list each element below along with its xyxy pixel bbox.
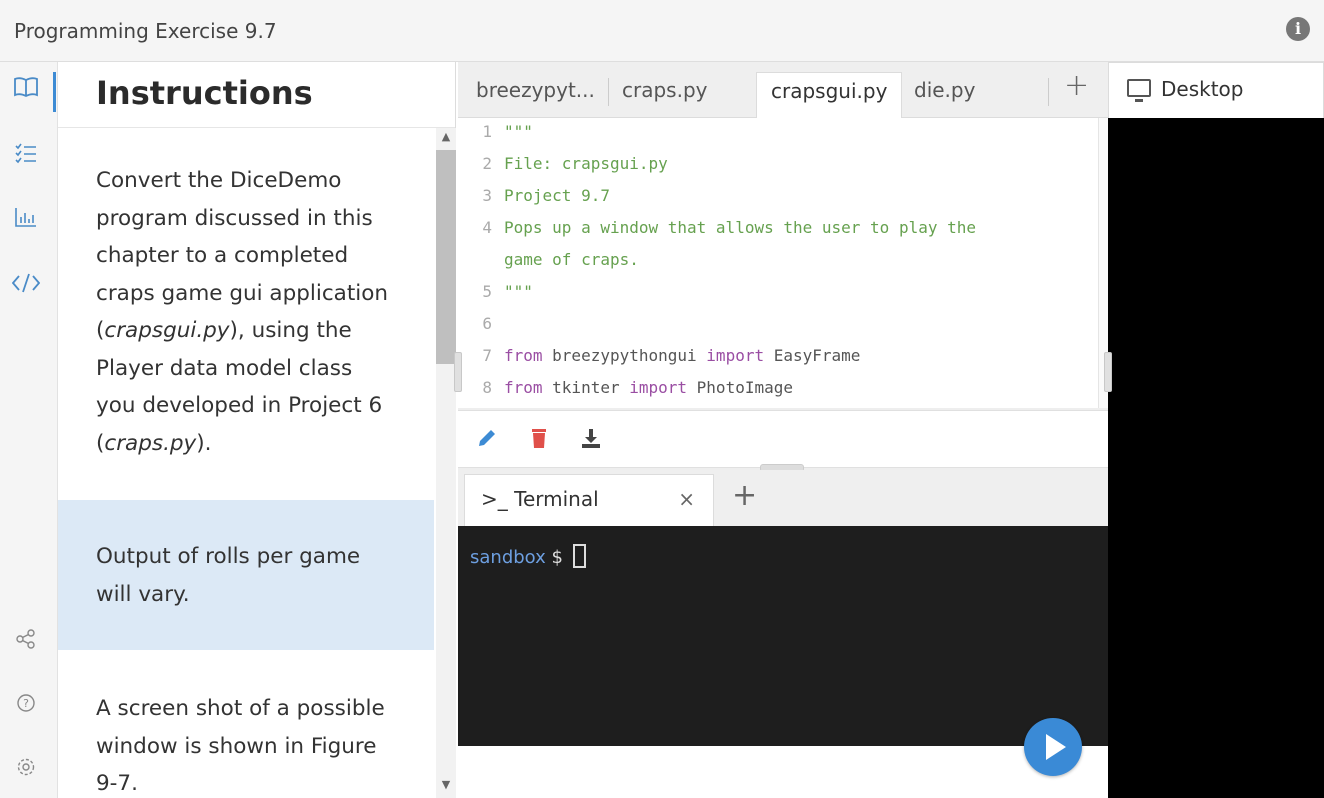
line-number: 6 <box>482 314 492 333</box>
scroll-thumb[interactable] <box>436 150 456 364</box>
scroll-up-icon[interactable]: ▲ <box>436 130 456 148</box>
play-icon <box>1046 734 1066 760</box>
editor-toolbar <box>458 410 1108 468</box>
instructions-note: Output of rolls per game will vary. <box>58 500 434 650</box>
keyword: import <box>629 378 688 397</box>
settings-icon[interactable] <box>10 756 42 788</box>
terminal-host: sandbox <box>470 547 546 568</box>
help-icon[interactable]: ? <box>10 692 42 724</box>
left-rail: ? <box>0 62 58 798</box>
p1-em-crapsgui: crapsgui.py <box>104 318 230 343</box>
add-tab-button[interactable]: + <box>1064 68 1089 103</box>
imported-name: PhotoImage <box>687 378 793 397</box>
module-name: tkinter <box>542 378 630 397</box>
terminal-prompt-icon: >_ <box>481 487 515 511</box>
tab-terminal[interactable]: >_ Terminal × <box>464 474 714 526</box>
info-icon[interactable]: i <box>1286 17 1310 41</box>
run-button[interactable] <box>1024 718 1082 776</box>
terminal-footer <box>458 746 1108 798</box>
instructions-scrollbar[interactable]: ▲ ▼ <box>436 128 456 798</box>
add-terminal-button[interactable]: + <box>732 478 757 513</box>
module-name: breezypythongui <box>542 346 707 365</box>
tab-craps[interactable]: craps.py <box>608 72 748 118</box>
tab-breezypythongui[interactable]: breezypyt... <box>462 72 610 118</box>
right-resize-handle[interactable] <box>1104 352 1112 392</box>
tab-desktop[interactable]: Desktop <box>1108 62 1324 118</box>
line-number: 8 <box>482 378 492 397</box>
terminal-cursor <box>572 544 586 568</box>
line-text: from tkinter import PhotoImage <box>504 378 793 397</box>
scroll-down-icon[interactable]: ▼ <box>436 778 456 796</box>
p1-text-a: Convert the DiceDemo program discussed i… <box>96 168 389 343</box>
book-icon[interactable] <box>10 76 42 108</box>
terminal-prompt: sandbox $ <box>470 544 586 568</box>
line-number: 4 <box>482 218 492 237</box>
desktop-panel: Desktop <box>1108 62 1324 798</box>
p1-text-c: ). <box>196 430 212 456</box>
line-text: """ <box>504 282 533 301</box>
note-text: Output of rolls per game will vary. <box>96 544 361 607</box>
monitor-icon <box>1127 79 1151 102</box>
left-resize-handle[interactable] <box>454 352 462 392</box>
active-indicator <box>53 72 56 112</box>
terminal-dollar: $ <box>551 547 563 568</box>
terminal[interactable]: sandbox $ <box>458 526 1108 746</box>
terminal-tab-text: Terminal <box>514 487 599 511</box>
download-icon[interactable] <box>578 427 604 453</box>
keyword: from <box>504 378 543 397</box>
imported-name: EasyFrame <box>764 346 861 365</box>
p3-text: A screen shot of a possible window is sh… <box>96 696 385 796</box>
tab-die[interactable]: die.py <box>900 72 1040 118</box>
page-title: Programming Exercise 9.7 <box>14 19 277 43</box>
pencil-icon[interactable] <box>474 427 500 453</box>
line-text: from breezypythongui import EasyFrame <box>504 346 860 365</box>
desktop-tab-label: Desktop <box>1161 77 1244 101</box>
terminal-tab-label: >_ Terminal <box>481 487 599 511</box>
editor-tabs: breezypyt... craps.py crapsgui.py die.py… <box>458 62 1108 118</box>
trash-icon[interactable] <box>526 427 552 453</box>
code-editor[interactable]: 1 """ 2 File: crapsgui.py 3 Project 9.7 … <box>458 118 1098 408</box>
code-icon[interactable] <box>10 272 42 304</box>
terminal-tabs: >_ Terminal × + <box>458 470 1108 526</box>
top-bar: Programming Exercise 9.7 i <box>0 0 1324 62</box>
line-number: 3 <box>482 186 492 205</box>
checklist-icon[interactable] <box>10 142 42 174</box>
instructions-panel: Instructions Convert the DiceDemo progra… <box>58 62 456 798</box>
line-number: 5 <box>482 282 492 301</box>
line-text: Pops up a window that allows the user to… <box>504 218 977 237</box>
line-number: 2 <box>482 154 492 173</box>
share-icon[interactable] <box>10 628 42 660</box>
svg-text:?: ? <box>23 697 29 710</box>
instructions-paragraph-3: A screen shot of a possible window is sh… <box>58 690 434 798</box>
line-text: game of craps. <box>504 250 639 269</box>
line-number: 7 <box>482 346 492 365</box>
tab-crapsgui[interactable]: crapsgui.py <box>756 72 902 118</box>
p1-em-craps: craps.py <box>104 430 197 456</box>
close-icon[interactable]: × <box>678 487 695 511</box>
keyword: import <box>706 346 765 365</box>
chart-icon[interactable] <box>10 206 42 238</box>
instructions-paragraph-1: Convert the DiceDemo program discussed i… <box>58 162 434 462</box>
keyword: from <box>504 346 543 365</box>
line-text: """ <box>504 122 533 141</box>
line-number: 1 <box>482 122 492 141</box>
line-text: File: crapsgui.py <box>504 154 668 173</box>
line-text: Project 9.7 <box>504 186 610 205</box>
instructions-header: Instructions <box>58 62 455 128</box>
tab-separator <box>1048 78 1049 106</box>
instructions-title: Instructions <box>96 74 313 112</box>
editor-area: breezypyt... craps.py crapsgui.py die.py… <box>458 62 1108 798</box>
